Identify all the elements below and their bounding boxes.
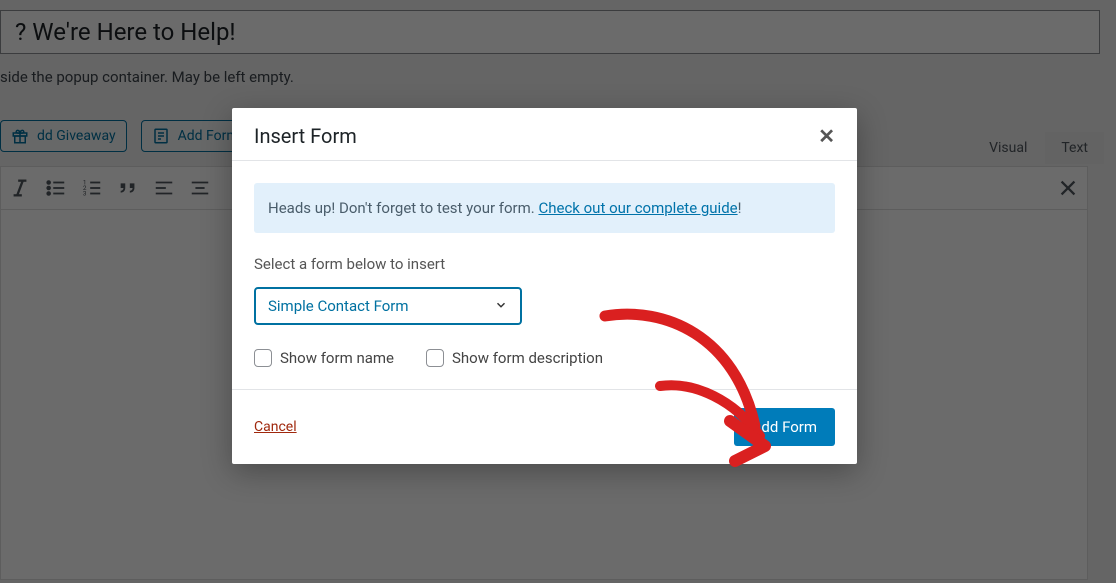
insert-form-modal: Insert Form ✕ Heads up! Don't forget to … (232, 108, 857, 464)
modal-body: Heads up! Don't forget to test your form… (232, 161, 857, 389)
alert-prefix: Heads up! Don't forget to test your form… (268, 199, 538, 217)
form-select-dropdown[interactable]: Simple Contact Form (254, 287, 522, 325)
close-icon: ✕ (818, 124, 835, 148)
select-value: Simple Contact Form (268, 297, 409, 315)
checkbox-row: Show form name Show form description (254, 349, 835, 367)
modal-title: Insert Form (254, 124, 357, 148)
chevron-down-icon (494, 297, 508, 316)
close-button[interactable]: ✕ (818, 124, 835, 148)
show-name-label: Show form name (280, 349, 394, 367)
add-form-button[interactable]: Add Form (734, 408, 835, 446)
show-name-checkbox-wrap[interactable]: Show form name (254, 349, 394, 367)
modal-header: Insert Form ✕ (232, 108, 857, 161)
alert-link[interactable]: Check out our complete guide (538, 199, 737, 217)
show-desc-checkbox-wrap[interactable]: Show form description (426, 349, 603, 367)
modal-footer: Cancel Add Form (232, 389, 857, 464)
show-desc-checkbox[interactable] (426, 349, 444, 367)
select-label: Select a form below to insert (254, 255, 835, 273)
cancel-button[interactable]: Cancel (254, 419, 297, 435)
alert-suffix: ! (738, 199, 742, 217)
show-name-checkbox[interactable] (254, 349, 272, 367)
show-desc-label: Show form description (452, 349, 603, 367)
alert-box: Heads up! Don't forget to test your form… (254, 183, 835, 233)
